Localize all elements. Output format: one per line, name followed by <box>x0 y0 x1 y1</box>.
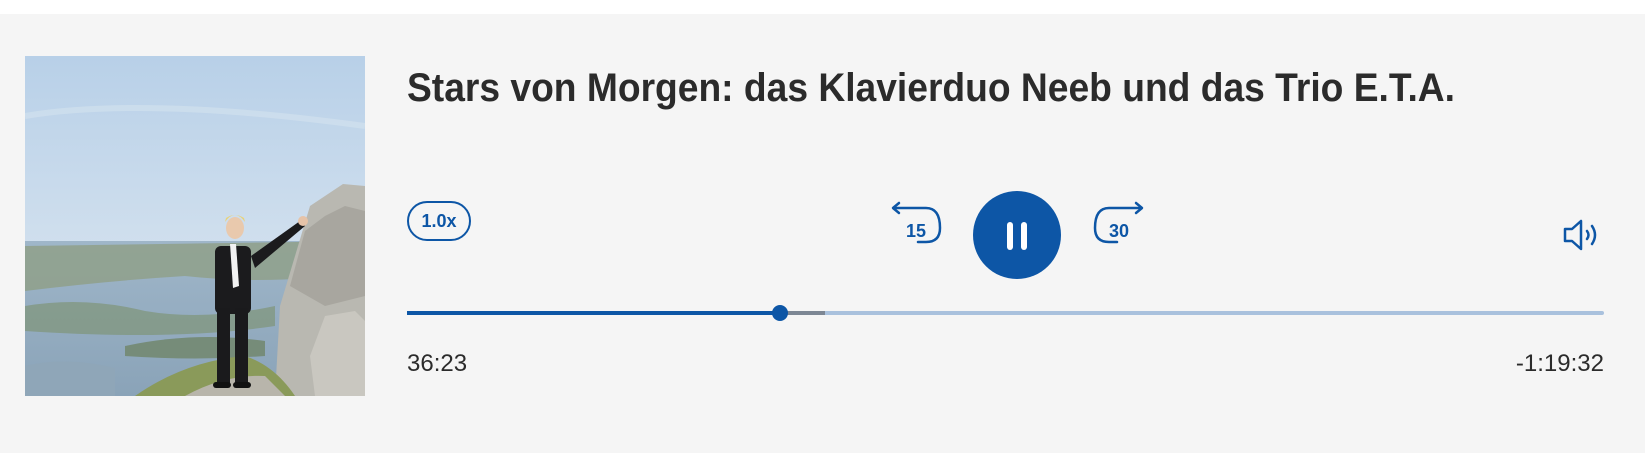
speaker-icon <box>1563 219 1597 251</box>
skip-back-button[interactable]: 15 <box>888 198 944 246</box>
audio-player: Stars von Morgen: das Klavierduo Neeb un… <box>0 14 1645 453</box>
pause-button[interactable] <box>973 191 1061 279</box>
skip-forward-seconds: 30 <box>1108 221 1130 241</box>
pause-icon-bar <box>1021 222 1027 250</box>
progress-slider[interactable] <box>407 301 1604 325</box>
volume-button[interactable] <box>1562 218 1602 252</box>
progress-played <box>407 311 781 315</box>
playback-rate-button[interactable]: 1.0x <box>407 201 471 241</box>
progress-thumb[interactable] <box>772 305 789 321</box>
skip-back-seconds: 15 <box>905 221 927 241</box>
remaining-time: -1:19:32 <box>1515 350 1604 377</box>
episode-title: Stars von Morgen: das Klavierduo Neeb un… <box>407 66 1455 110</box>
skip-forward-button[interactable]: 30 <box>1091 198 1147 246</box>
elapsed-time: 36:23 <box>407 350 468 377</box>
episode-cover-image <box>25 56 365 396</box>
pause-icon <box>1007 222 1013 250</box>
